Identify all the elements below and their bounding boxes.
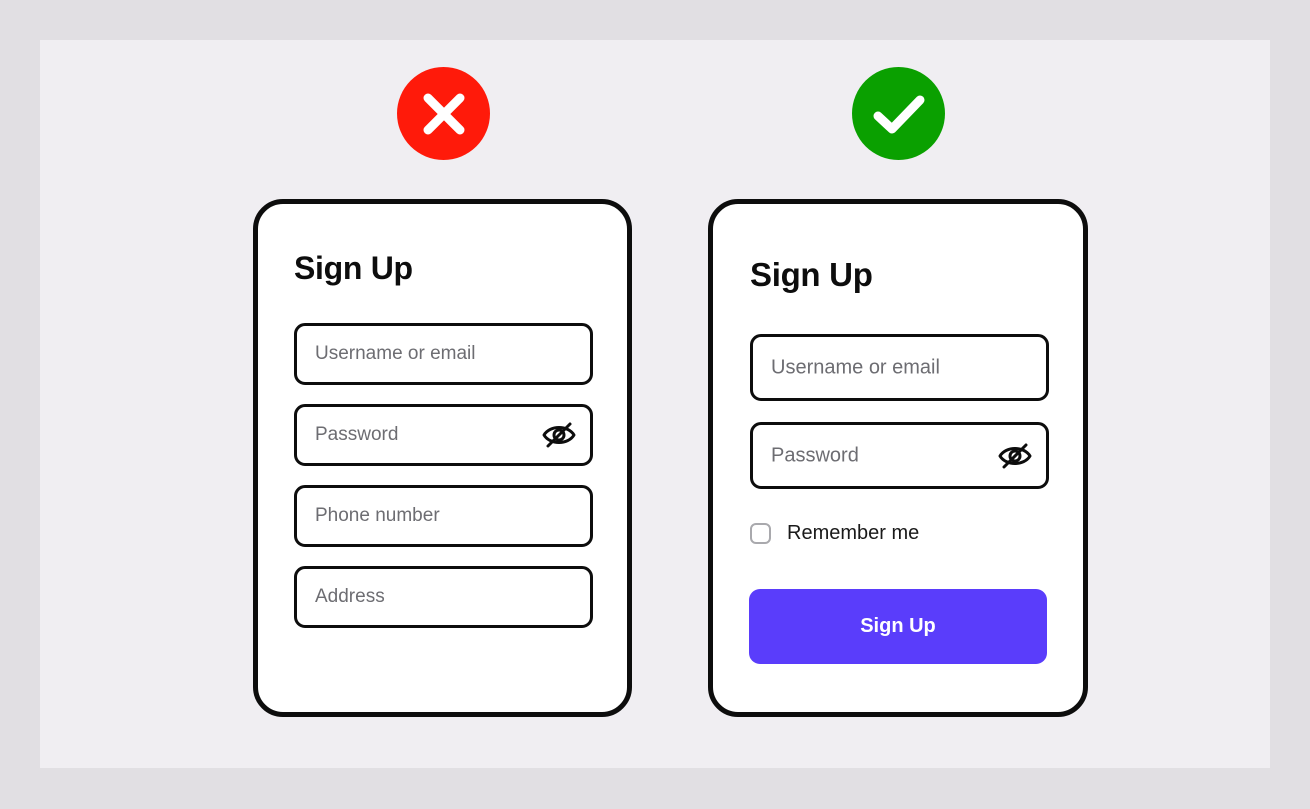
signup-form-bad-example: Sign Up Username or email Password Phone… [253,199,632,717]
password-field[interactable]: Password [294,404,593,466]
remember-me-option[interactable]: Remember me [750,519,919,547]
incorrect-badge [397,67,490,160]
remember-me-label: Remember me [787,521,920,544]
phone-number-placeholder: Phone number [315,505,440,526]
form-title: Sign Up [294,250,413,286]
correct-badge [852,67,945,160]
sign-up-button[interactable]: Sign Up [749,589,1047,664]
username-field[interactable]: Username or email [750,334,1049,401]
remember-me-checkbox[interactable] [750,522,771,544]
address-field[interactable]: Address [294,566,593,628]
password-placeholder: Password [315,424,399,445]
address-placeholder: Address [315,586,385,607]
eye-off-icon[interactable] [998,442,1032,470]
eye-off-icon[interactable] [542,421,576,449]
phone-number-field[interactable]: Phone number [294,485,593,547]
password-field[interactable]: Password [750,422,1049,489]
signup-form-good-example: Sign Up Username or email Password Remem… [708,199,1088,717]
password-placeholder: Password [771,444,859,466]
check-icon [873,95,924,133]
username-placeholder: Username or email [771,356,940,378]
close-icon [423,93,464,134]
form-title: Sign Up [750,256,873,293]
username-placeholder: Username or email [315,343,476,364]
username-field[interactable]: Username or email [294,323,593,385]
